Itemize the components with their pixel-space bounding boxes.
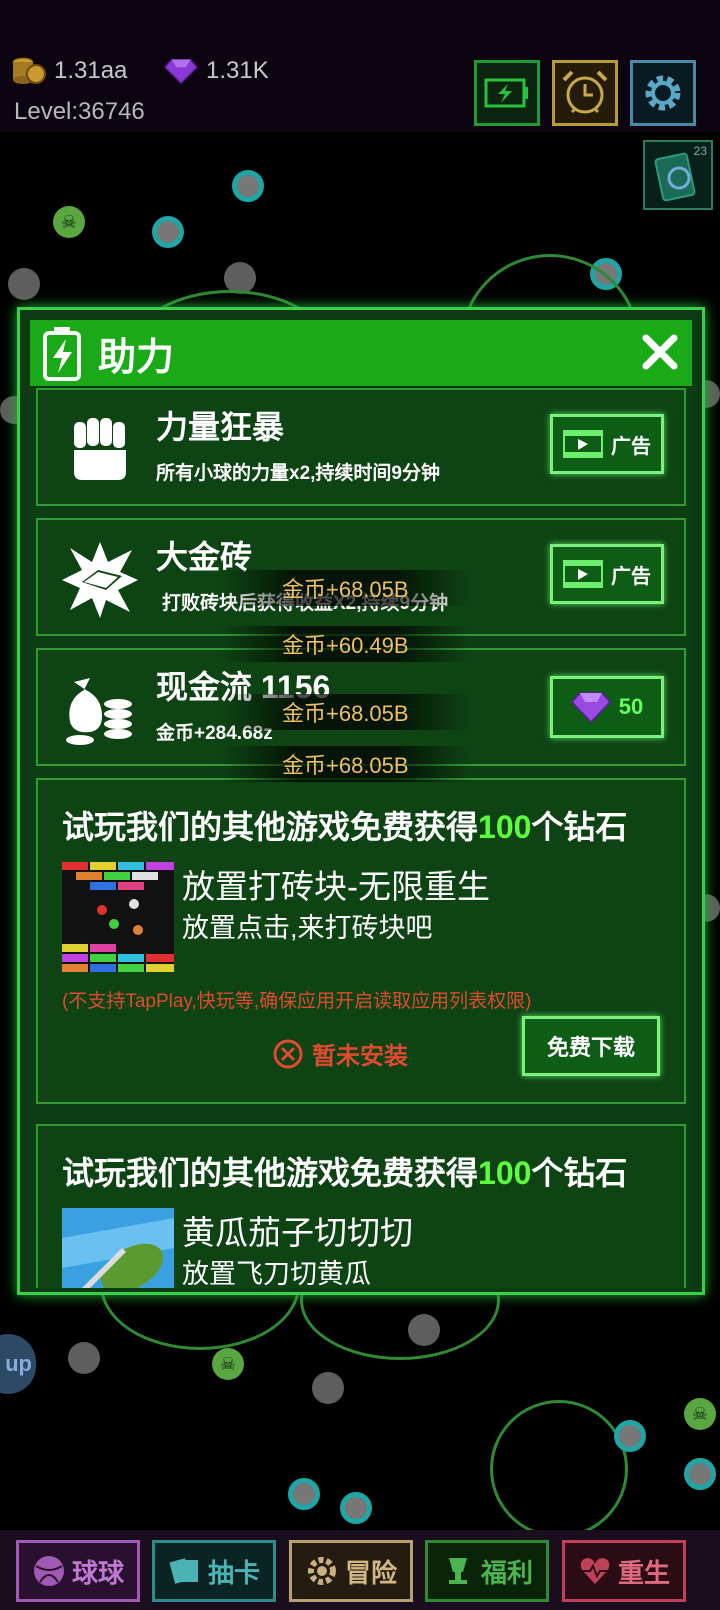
battery-icon [484,78,528,108]
boost-row-power-rage: 力量狂暴 所有小球的力量x2,持续时间9分钟 广告 [36,388,686,506]
diamond-icon [570,692,611,723]
floating-reward-text: 金币+68.05B [222,746,469,782]
gear-icon [645,75,681,111]
nav-draw-card[interactable]: 抽卡 [152,1540,276,1602]
gear-icon [307,1557,336,1585]
ball [408,1314,440,1346]
brick-game-thumbnail[interactable] [62,862,174,972]
watch-ad-button[interactable]: 广告 [550,414,664,474]
battery-boost-button[interactable] [474,60,540,126]
promo-game-desc: 放置飞刀切黄瓜 [182,1259,371,1288]
promo-heading-text: 试玩我们的其他游戏免费获得 [62,1155,479,1191]
coin-counter: 1.31aa [12,56,127,86]
promo-reward-amount: 100 [478,1155,532,1191]
promo-game-desc: 放置点击,来打砖块吧 [182,913,433,943]
promo-heading-text: 试玩我们的其他游戏免费获得 [62,809,479,845]
ball [68,1342,100,1374]
floating-reward-text: 金币+60.49B [222,626,469,662]
nav-welfare[interactable]: 福利 [425,1540,549,1602]
coin-amount: 1.31aa [54,57,128,84]
install-status-text: 暂未安装 [312,1043,408,1070]
nav-label: 福利 [480,1557,533,1588]
ring [490,1400,628,1538]
promo-heading: 试玩我们的其他游戏免费获得100个钻石 [62,802,627,848]
trophy-icon [448,1558,467,1584]
free-download-button[interactable]: 免费下载 [522,1016,660,1076]
side-tab-label: up [5,1351,32,1376]
ad-label: 广告 [611,435,651,458]
floating-reward-text: 金币+68.05B [222,694,469,730]
nav-label: 重生 [617,1557,670,1588]
buy-with-gems-button[interactable]: 50 [550,676,664,738]
heart-pulse-icon [580,1558,610,1584]
alarm-clock-icon [562,70,608,114]
error-circle-icon [273,1039,303,1068]
promo-game-name: 放置打砖块-无限重生 [182,868,490,905]
level-label: Level:36746 [14,98,145,125]
card-button[interactable]: 23 [643,140,713,210]
ball [312,1372,344,1404]
install-status: 暂未安装 [272,1036,408,1071]
top-hud: 1.31aa 1.31K Level:36746 [0,0,720,132]
diamond-icon [164,56,198,86]
nav-adventure[interactable]: 冒险 [289,1540,413,1602]
nav-rebirth[interactable]: 重生 [562,1540,686,1602]
promo-heading-suffix: 个钻石 [531,1155,628,1191]
bottom-nav: 球球 抽卡 冒险 福利 重生 [0,1530,720,1610]
ball [8,268,40,300]
fist-icon [60,410,140,490]
ball [152,216,184,248]
boost-desc: 所有小球的力量x2,持续时间9分钟 [156,463,440,484]
side-tab[interactable]: up [0,1334,36,1394]
ball [288,1478,320,1510]
panel-title: 助力 [98,336,175,379]
battery-charge-icon [43,327,81,381]
gem-amount: 1.31K [206,57,269,84]
video-icon [563,560,603,588]
ball-icon [33,1556,64,1586]
ad-label: 广告 [611,565,651,588]
promo-card: 试玩我们的其他游戏免费获得100个钻石 放置打砖块-无限重生 放置点击,来打砖块… [36,778,686,1104]
cards-icon [169,1558,198,1584]
ball [340,1492,372,1524]
nav-balls[interactable]: 球球 [16,1540,140,1602]
nav-label: 抽卡 [207,1557,260,1588]
cucumber-game-thumbnail[interactable] [62,1208,174,1288]
promo-note: (不支持TapPlay,快玩等,确保应用开启读取应用列表权限) [62,991,532,1012]
card-count: 23 [693,144,707,158]
ball [684,1458,716,1490]
skull-icon: ☠ [684,1398,716,1430]
skull-icon: ☠ [212,1348,244,1380]
ball [614,1420,646,1452]
promo-card: 试玩我们的其他游戏免费获得100个钻石 黄瓜茄子切切切 放置飞刀切黄瓜 [36,1124,686,1288]
promo-game-name: 黄瓜茄子切切切 [182,1214,413,1251]
watch-ad-button[interactable]: 广告 [550,544,664,604]
boost-panel: 助力 力量狂暴 所有小球的力量x2,持续时间9分钟 广告 大金砖 广告 现金流 … [17,307,705,1295]
video-icon [563,430,603,458]
money-bag-coins-icon [60,670,140,750]
coin-stack-icon [12,56,46,86]
promo-heading: 试玩我们的其他游戏免费获得100个钻石 [62,1148,627,1194]
promo-reward-amount: 100 [478,809,532,845]
skull-icon: ☠ [53,206,85,238]
nav-label: 球球 [71,1557,124,1588]
panel-content: 力量狂暴 所有小球的力量x2,持续时间9分钟 广告 大金砖 广告 现金流 115… [30,388,692,1288]
gem-cost: 50 [618,694,644,719]
gem-counter: 1.31K [164,56,269,86]
ball [232,170,264,202]
floating-reward-text: 金币+68.05B [222,570,469,606]
gold-brick-icon [60,540,140,620]
nav-label: 冒险 [344,1557,397,1588]
boost-title: 力量狂暴 [156,409,285,445]
panel-header: 助力 [30,320,692,386]
settings-button[interactable] [630,60,696,126]
alarm-clock-button[interactable] [552,60,618,126]
close-icon[interactable] [638,330,682,374]
promo-heading-suffix: 个钻石 [531,809,628,845]
